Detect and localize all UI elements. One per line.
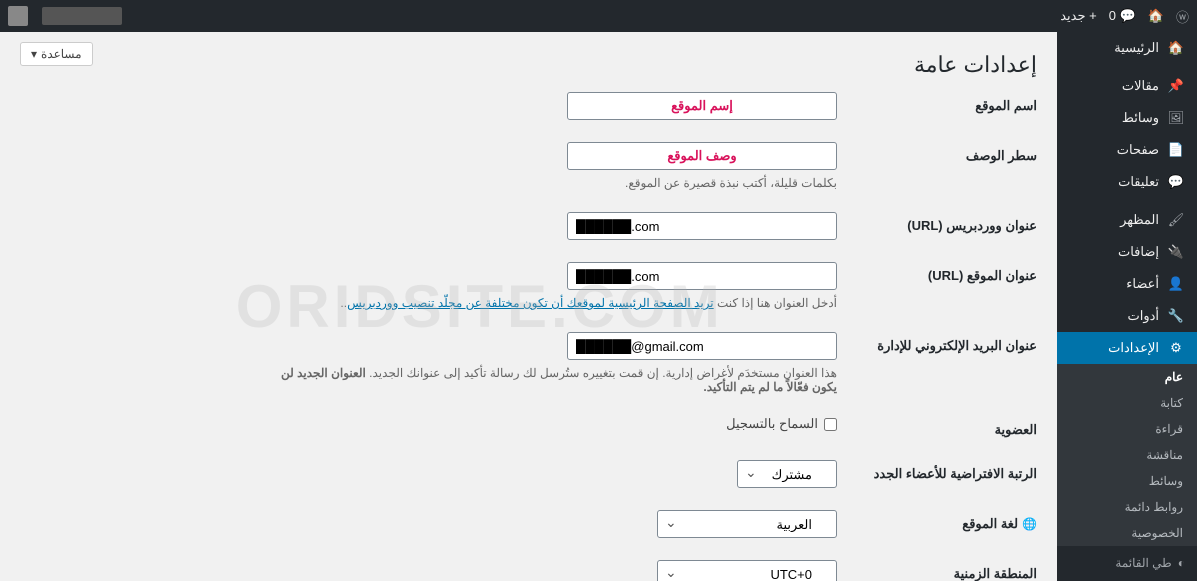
wordpress-logo-icon[interactable]: ⓦ bbox=[1176, 7, 1189, 26]
brush-icon: 🖌 bbox=[1167, 212, 1185, 228]
translate-icon: 🌐 bbox=[1022, 517, 1037, 531]
admin-email-label: عنوان البريد الإلكتروني للإدارة bbox=[837, 332, 1037, 354]
page-title: إعدادات عامة bbox=[20, 42, 1037, 92]
dashboard-icon: 🏠 bbox=[1167, 40, 1185, 56]
site-url-input[interactable] bbox=[567, 262, 837, 290]
tagline-input[interactable] bbox=[567, 142, 837, 170]
avatar[interactable] bbox=[8, 6, 28, 26]
sidebar-submenu-settings: عام كتابة قراءة مناقشة وسائط روابط دائمة… bbox=[1057, 364, 1197, 546]
sidebar-item-appearance[interactable]: 🖌المظهر bbox=[1057, 204, 1197, 236]
site-url-description: أدخل العنوان هنا إذا كنت تريد الصفحة الر… bbox=[340, 296, 837, 310]
wp-url-input[interactable] bbox=[567, 212, 837, 240]
submenu-general[interactable]: عام bbox=[1057, 364, 1197, 390]
sidebar-item-settings[interactable]: ⚙الإعدادات bbox=[1057, 332, 1197, 364]
sidebar-item-plugins[interactable]: 🔌إضافات bbox=[1057, 236, 1197, 268]
submenu-reading[interactable]: قراءة bbox=[1057, 416, 1197, 442]
default-role-select[interactable]: مشترك bbox=[737, 460, 837, 488]
sidebar-item-media[interactable]: 🖼وسائط bbox=[1057, 102, 1197, 134]
gear-icon: ⚙ bbox=[1167, 340, 1185, 356]
wp-url-label: عنوان ووردبريس (URL) bbox=[837, 212, 1037, 234]
sidebar-item-dashboard[interactable]: 🏠الرئيسية bbox=[1057, 32, 1197, 64]
admin-sidebar: 🏠الرئيسية 📌مقالات 🖼وسائط 📄صفحات 💬تعليقات… bbox=[1057, 32, 1197, 581]
help-button[interactable]: مساعدة ▾ bbox=[20, 42, 93, 66]
membership-label: العضوية bbox=[837, 416, 1037, 438]
admin-email-description: هذا العنوان مستخدَم لأغراض إدارية. إن قم… bbox=[277, 366, 837, 394]
tagline-label: سطر الوصف bbox=[837, 142, 1037, 164]
membership-checkbox-label: السماح بالتسجيل bbox=[726, 416, 818, 432]
timezone-select[interactable]: UTC+0 bbox=[657, 560, 837, 581]
sidebar-item-posts[interactable]: 📌مقالات bbox=[1057, 70, 1197, 102]
comment-icon: 💬 bbox=[1120, 8, 1136, 23]
sidebar-item-comments[interactable]: 💬تعليقات bbox=[1057, 166, 1197, 198]
submenu-media[interactable]: وسائط bbox=[1057, 468, 1197, 494]
page-icon: 📄 bbox=[1167, 142, 1185, 158]
site-url-help-link[interactable]: تريد الصفحة الرئيسية لموقعك أن تكون مختل… bbox=[347, 296, 714, 310]
new-content-button[interactable]: + جديد bbox=[1060, 8, 1097, 24]
comments-count: 0 bbox=[1109, 8, 1116, 23]
submenu-permalinks[interactable]: روابط دائمة bbox=[1057, 494, 1197, 520]
timezone-label: المنطقة الزمنية bbox=[837, 560, 1037, 581]
submenu-writing[interactable]: كتابة bbox=[1057, 390, 1197, 416]
collapse-icon: ◐ bbox=[1178, 556, 1185, 570]
sidebar-item-users[interactable]: 👤أعضاء bbox=[1057, 268, 1197, 300]
pin-icon: 📌 bbox=[1167, 78, 1185, 94]
comments-indicator[interactable]: 💬 0 bbox=[1109, 8, 1136, 24]
site-language-select[interactable]: العربية bbox=[657, 510, 837, 538]
tagline-description: بكلمات قليلة، أكتب نبذة قصيرة عن الموقع. bbox=[567, 176, 837, 190]
user-icon: 👤 bbox=[1167, 276, 1185, 292]
submenu-privacy[interactable]: الخصوصية bbox=[1057, 520, 1197, 546]
sidebar-item-tools[interactable]: 🔧أدوات bbox=[1057, 300, 1197, 332]
site-title-label: اسم الموقع bbox=[837, 92, 1037, 114]
user-name-redacted bbox=[42, 7, 122, 25]
site-language-label: 🌐لغة الموقع bbox=[837, 510, 1037, 532]
admin-toolbar: ⓦ 🏠 💬 0 + جديد bbox=[0, 0, 1197, 32]
chevron-down-icon: ▾ bbox=[31, 47, 37, 61]
site-url-label: عنوان الموقع (URL) bbox=[837, 262, 1037, 284]
site-title-input[interactable] bbox=[567, 92, 837, 120]
comment-icon: 💬 bbox=[1167, 174, 1185, 190]
media-icon: 🖼 bbox=[1167, 110, 1185, 126]
home-icon[interactable]: 🏠 bbox=[1148, 8, 1164, 24]
default-role-label: الرتبة الافتراضية للأعضاء الجدد bbox=[837, 460, 1037, 482]
wrench-icon: 🔧 bbox=[1167, 308, 1185, 324]
collapse-menu-button[interactable]: ◐طي القائمة bbox=[1057, 546, 1197, 580]
settings-general-page: مساعدة ▾ إعدادات عامة ORIDSITE.COM اسم ا… bbox=[0, 32, 1057, 581]
submenu-discussion[interactable]: مناقشة bbox=[1057, 442, 1197, 468]
membership-checkbox[interactable] bbox=[824, 418, 837, 431]
plug-icon: 🔌 bbox=[1167, 244, 1185, 260]
sidebar-item-pages[interactable]: 📄صفحات bbox=[1057, 134, 1197, 166]
admin-email-input[interactable] bbox=[567, 332, 837, 360]
